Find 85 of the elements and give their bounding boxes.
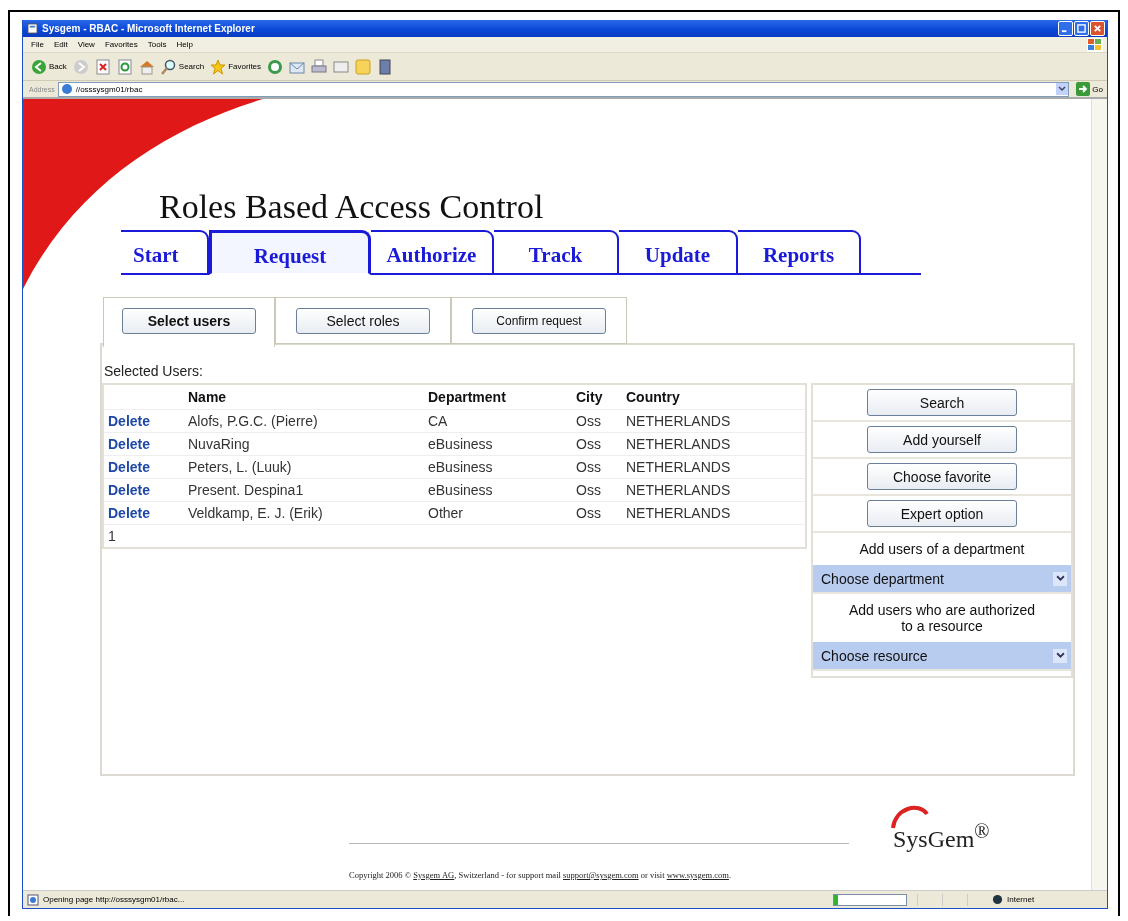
scrollbar[interactable] bbox=[1091, 99, 1107, 890]
footer-link[interactable]: support@sysgem.com bbox=[563, 870, 639, 880]
side-label: Add users of a department bbox=[858, 540, 1026, 559]
side-label: Add users who are authorized to a resource bbox=[848, 601, 1036, 636]
table-cell: Oss bbox=[572, 432, 622, 456]
column-header: Name bbox=[184, 384, 424, 410]
menu-item[interactable]: Help bbox=[176, 40, 193, 49]
delete-link[interactable]: Delete bbox=[108, 505, 151, 521]
logo: SysGem$^{®}$ bbox=[889, 802, 994, 856]
star-icon bbox=[210, 58, 227, 75]
globe-icon bbox=[992, 894, 1003, 905]
table-cell: NETHERLANDS bbox=[622, 432, 806, 456]
sub-tab-button[interactable]: Select roles bbox=[296, 308, 430, 334]
search-button[interactable]: Search bbox=[160, 58, 205, 75]
action-button[interactable]: Choose favorite bbox=[867, 463, 1017, 490]
table-cell: Alofs, P.G.C. (Pierre) bbox=[184, 409, 424, 433]
page-icon bbox=[60, 83, 73, 95]
zone-label: Internet bbox=[1007, 895, 1036, 904]
section-label: Selected Users: bbox=[103, 362, 204, 381]
maximize-icon bbox=[1077, 24, 1086, 33]
favorites-button[interactable]: Favorites bbox=[210, 58, 262, 75]
table-cell: Veldkamp, E. J. (Erik) bbox=[184, 501, 424, 525]
table-cell: Oss bbox=[572, 409, 622, 433]
action-button[interactable]: Search bbox=[867, 389, 1017, 416]
back-button[interactable]: Back bbox=[31, 58, 67, 75]
sub-tab-button[interactable]: Select users bbox=[122, 308, 256, 334]
column-header: Department bbox=[424, 384, 572, 410]
search-icon bbox=[160, 58, 177, 75]
go-arrow-icon bbox=[1076, 82, 1091, 96]
close-button[interactable] bbox=[1090, 21, 1105, 36]
go-button[interactable]: Go bbox=[1072, 82, 1107, 96]
menu-item[interactable]: File bbox=[31, 40, 44, 49]
table-cell: NETHERLANDS bbox=[622, 501, 806, 525]
table-cell: eBusiness bbox=[424, 432, 572, 456]
close-icon bbox=[1093, 24, 1102, 33]
sub-tab-button[interactable]: Confirm request bbox=[472, 308, 606, 334]
page-icon bbox=[27, 23, 38, 34]
page-heading: Roles Based Access Control bbox=[159, 187, 545, 227]
nav-tab[interactable]: Track bbox=[494, 230, 619, 275]
windows-flag-icon bbox=[1087, 37, 1103, 52]
dropdown[interactable]: Choose resource bbox=[813, 642, 1071, 671]
table-cell: NuvaRing bbox=[184, 432, 424, 456]
nav-tab[interactable]: Update bbox=[619, 230, 738, 275]
table-cell: NETHERLANDS bbox=[622, 478, 806, 502]
table-cell: Oss bbox=[572, 501, 622, 525]
refresh-icon[interactable] bbox=[116, 58, 133, 75]
copyright-text: Copyright 2006 © Sysgem AG, Switzerland - for support mail support@sysgem.com or visit www.sysgem.com. bbox=[349, 870, 732, 880]
table-cell: NETHERLANDS bbox=[622, 409, 806, 433]
table-cell: eBusiness bbox=[424, 478, 572, 502]
home-icon[interactable] bbox=[138, 58, 155, 75]
footer-link[interactable]: www.sysgem.com bbox=[666, 870, 729, 880]
action-button[interactable]: Expert option bbox=[867, 500, 1017, 527]
table-cell: eBusiness bbox=[424, 455, 572, 479]
action-button[interactable]: Add yourself bbox=[867, 426, 1017, 453]
table-cell: Oss bbox=[572, 478, 622, 502]
window-title: Sysgem - RBAC - Microsoft Internet Explorer bbox=[42, 23, 256, 34]
column-header: City bbox=[572, 384, 622, 410]
table-cell: Other bbox=[424, 501, 572, 525]
nav-tab[interactable]: Reports bbox=[738, 230, 861, 275]
menu-item[interactable]: View bbox=[77, 40, 95, 49]
page-icon bbox=[27, 893, 39, 906]
column-header: Country bbox=[622, 384, 806, 410]
status-text: Opening page http://osssysgm01/rbac... bbox=[43, 895, 186, 904]
menu-item[interactable]: Favorites bbox=[104, 40, 138, 49]
maximize-button[interactable] bbox=[1074, 21, 1089, 36]
row-count: 1 bbox=[103, 524, 806, 548]
minimize-button[interactable] bbox=[1058, 21, 1073, 36]
menu-item[interactable]: Tools bbox=[147, 40, 167, 49]
stop-icon[interactable] bbox=[94, 58, 111, 75]
delete-link[interactable]: Delete bbox=[108, 482, 151, 498]
nav-tab[interactable]: Start bbox=[121, 230, 209, 275]
table-cell: NETHERLANDS bbox=[622, 455, 806, 479]
delete-link[interactable]: Delete bbox=[108, 436, 151, 452]
table-cell: Present. Despina1 bbox=[184, 478, 424, 502]
delete-link[interactable]: Delete bbox=[108, 413, 151, 429]
table-cell: Peters, L. (Luuk) bbox=[184, 455, 424, 479]
delete-link[interactable]: Delete bbox=[108, 459, 151, 475]
nav-tab[interactable]: Request bbox=[209, 230, 371, 275]
address-field[interactable]: //osssysgm01/rbac bbox=[57, 81, 1070, 97]
dropdown[interactable]: Choose department bbox=[813, 565, 1071, 594]
table-cell: Oss bbox=[572, 455, 622, 479]
print-icon[interactable] bbox=[311, 58, 328, 75]
table-cell: CA bbox=[424, 409, 572, 433]
menu-item[interactable]: Edit bbox=[53, 40, 68, 49]
nav-tab[interactable]: Authorize bbox=[371, 230, 494, 275]
